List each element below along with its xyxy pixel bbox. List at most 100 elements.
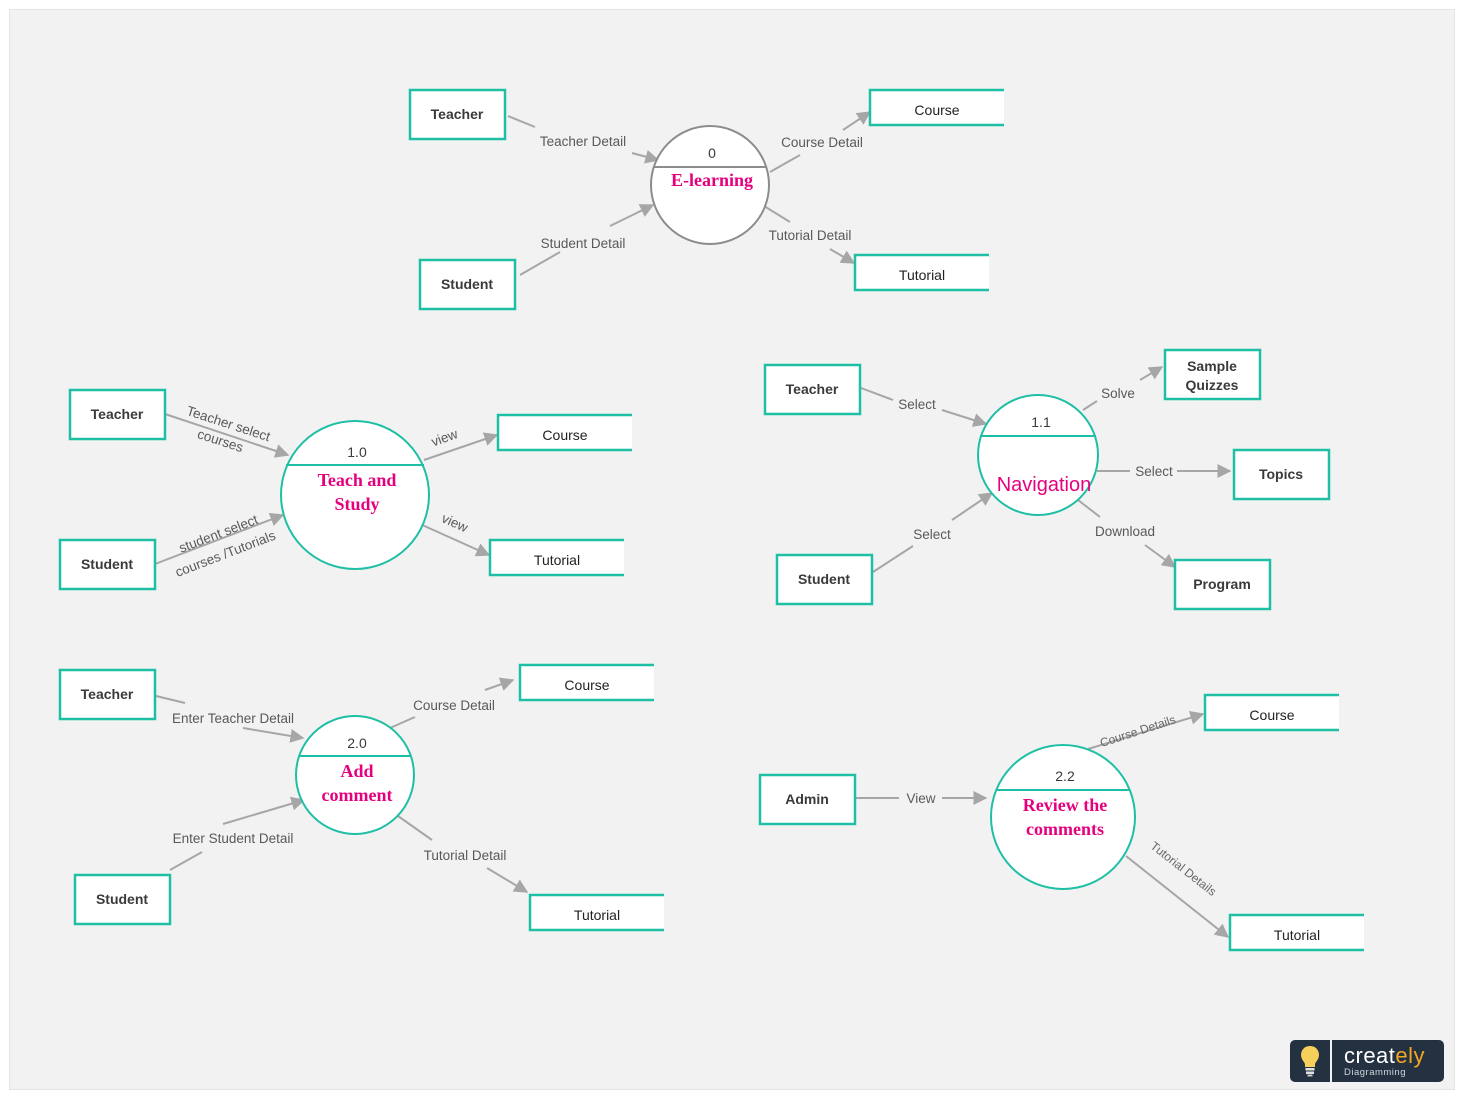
process-2-0-add-comment[interactable]: 2.0 Add comment — [295, 715, 415, 835]
flow-view-tutorial[interactable]: view — [419, 511, 491, 557]
flow-teacher-select[interactable]: Select — [860, 387, 988, 427]
flow-label: view — [429, 426, 460, 449]
process-number: 1.1 — [1031, 414, 1051, 430]
flow-enter-student-detail[interactable]: Enter Student Detail — [169, 796, 306, 871]
svg-text:Admin: Admin — [785, 791, 829, 807]
lightbulb-icon — [1290, 1040, 1332, 1082]
process-name: Review the — [1023, 795, 1107, 815]
flow-course-details[interactable]: Course Details — [1087, 710, 1205, 750]
svg-text:Teacher: Teacher — [786, 381, 839, 397]
svg-text:Teacher: Teacher — [81, 686, 134, 702]
process-name: E-learning — [671, 170, 753, 190]
flow-student-select-courses[interactable]: student select courses /Tutorials — [154, 512, 285, 580]
svg-text:Teacher: Teacher — [91, 406, 144, 422]
flow-label: view — [439, 511, 470, 536]
process-0-e-learning[interactable]: 0 E-learning — [650, 125, 770, 245]
flow-label: Course Details — [1098, 712, 1177, 750]
brand-subtitle: Diagramming — [1344, 1066, 1406, 1078]
entity-sample-quizzes[interactable]: Sample Quizzes — [1163, 348, 1262, 401]
flow-solve[interactable]: Solve — [1082, 366, 1164, 411]
flow-label: Select — [913, 527, 951, 542]
flow-label: Enter Teacher Detail — [172, 711, 294, 726]
store-tutorial[interactable]: Tutorial — [488, 538, 624, 577]
flow-label: Download — [1095, 524, 1155, 539]
process-1-0-teach-and-study[interactable]: 1.0 Teach and Study — [280, 420, 430, 570]
flow-tutorial-details[interactable]: Tutorial Details — [1125, 839, 1230, 938]
store-course[interactable]: Course — [496, 413, 632, 452]
svg-text:Topics: Topics — [1259, 466, 1303, 482]
flow-label: Tutorial Detail — [769, 228, 852, 243]
flow-label: Solve — [1101, 386, 1135, 401]
flow-course-detail[interactable]: Course Detail — [389, 677, 515, 729]
process-1-1-navigation[interactable]: 1.1 Navigation — [977, 394, 1099, 516]
svg-text:Student: Student — [96, 891, 148, 907]
svg-text:Sample: Sample — [1187, 358, 1237, 374]
svg-text:Tutorial: Tutorial — [534, 552, 580, 568]
flow-select-topics[interactable]: Select — [1097, 464, 1232, 479]
process-name: Study — [334, 494, 379, 514]
flow-view-course[interactable]: view — [423, 426, 499, 461]
section-review-comments: View Course Details Tutorial Details Adm… — [758, 693, 1364, 952]
creately-watermark[interactable]: creately Diagramming — [1290, 1040, 1444, 1082]
flow-download[interactable]: Download — [1077, 499, 1177, 568]
process-name: Add — [340, 761, 373, 781]
process-number: 2.0 — [347, 735, 367, 751]
flow-label: Teacher Detail — [540, 134, 626, 149]
entity-program[interactable]: Program — [1173, 558, 1272, 611]
process-number: 1.0 — [347, 444, 367, 460]
store-tutorial[interactable]: Tutorial — [853, 253, 989, 292]
dfd-diagram: Teacher Detail Student Detail Course Det… — [58, 88, 1364, 952]
process-name: comment — [322, 785, 393, 805]
section-navigation: Select Select Solve Select Download Teac… — [763, 348, 1331, 611]
brand-name: creately — [1344, 1042, 1426, 1068]
svg-text:Teacher: Teacher — [431, 106, 484, 122]
entity-teacher[interactable]: Teacher — [408, 88, 507, 141]
flow-label: Course Detail — [781, 135, 863, 150]
flow-label: View — [906, 791, 935, 806]
svg-text:Course: Course — [1249, 707, 1294, 723]
flow-tutorial-detail[interactable]: Tutorial Detail — [397, 815, 529, 893]
flow-course-detail[interactable]: Course Detail — [769, 111, 872, 173]
store-tutorial[interactable]: Tutorial — [528, 893, 664, 932]
entity-student[interactable]: Student — [418, 258, 517, 311]
flow-teacher-detail[interactable]: Teacher Detail — [507, 115, 660, 164]
section-context: Teacher Detail Student Detail Course Det… — [408, 88, 1004, 311]
svg-text:Tutorial: Tutorial — [899, 267, 945, 283]
section-teach-study: Teacher select courses student select co… — [58, 388, 632, 591]
flow-label: Select — [1135, 464, 1173, 479]
entity-student[interactable]: Student — [73, 873, 172, 926]
store-course[interactable]: Course — [1203, 693, 1339, 732]
entity-student[interactable]: Student — [58, 538, 157, 591]
svg-text:Quizzes: Quizzes — [1186, 377, 1239, 393]
svg-text:Course: Course — [914, 102, 959, 118]
store-course[interactable]: Course — [518, 663, 654, 702]
process-name: Teach and — [318, 470, 397, 490]
flow-tutorial-detail[interactable]: Tutorial Detail — [763, 205, 856, 264]
process-name: comments — [1026, 819, 1104, 839]
flow-label: Student Detail — [541, 236, 626, 251]
svg-text:Student: Student — [81, 556, 133, 572]
store-tutorial[interactable]: Tutorial — [1228, 913, 1364, 952]
process-2-2-review-the-comments[interactable]: 2.2 Review the comments — [990, 744, 1136, 890]
flow-teacher-select-courses[interactable]: Teacher select courses — [164, 403, 290, 458]
entity-teacher[interactable]: Teacher — [68, 388, 167, 441]
store-course[interactable]: Course — [868, 88, 1004, 127]
svg-text:Program: Program — [1193, 576, 1251, 592]
entity-teacher[interactable]: Teacher — [58, 668, 157, 721]
svg-text:Course: Course — [564, 677, 609, 693]
flow-label: Select — [898, 397, 936, 412]
process-name: Navigation — [997, 474, 1092, 496]
process-number: 0 — [708, 145, 716, 161]
flow-student-select[interactable]: Select — [872, 492, 994, 573]
entity-topics[interactable]: Topics — [1232, 448, 1331, 501]
svg-text:Student: Student — [798, 571, 850, 587]
svg-text:Student: Student — [441, 276, 493, 292]
flow-enter-teacher-detail[interactable]: Enter Teacher Detail — [155, 695, 305, 743]
flow-view[interactable]: View — [856, 791, 988, 806]
flow-label: Tutorial Details — [1148, 839, 1219, 899]
flow-student-detail[interactable]: Student Detail — [519, 204, 655, 276]
entity-student[interactable]: Student — [775, 553, 874, 606]
entity-teacher[interactable]: Teacher — [763, 363, 862, 416]
entity-admin[interactable]: Admin — [758, 773, 857, 826]
flow-label: Tutorial Detail — [424, 848, 507, 863]
